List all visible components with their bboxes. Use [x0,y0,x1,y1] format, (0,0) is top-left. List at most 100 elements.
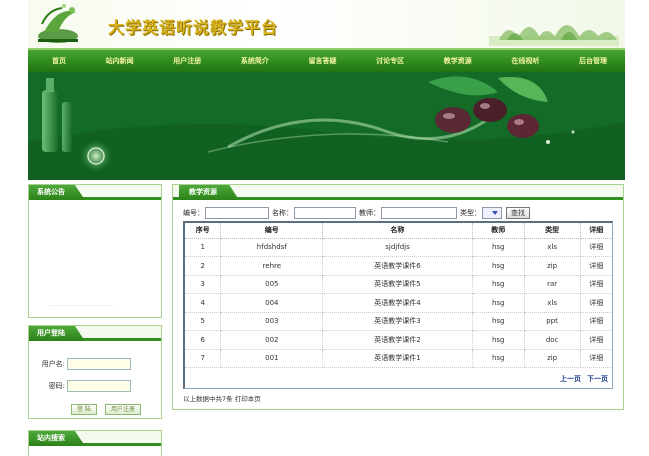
hero-banner [28,72,625,180]
table-row: 7 001 英语教学课件1 hsg zip 详细 [185,349,612,368]
login-title: 用户登陆 [29,326,85,341]
password-input[interactable] [67,380,131,392]
detail-link[interactable]: 详细 [580,238,612,257]
cell-teacher: hsg [472,349,525,368]
login-button[interactable]: 登 陆 [71,404,97,415]
col-index: 序号 [185,223,222,239]
table-row: 2 rehre 英语教学课件6 hsg zip 详细 [185,256,612,276]
cell-code: 002 [220,330,324,350]
search-bar: 编号： 名称： 教师： 类型： 查找 [183,206,530,220]
username-label: 用户名: [41,360,65,368]
cell-name: 英语教学课件2 [322,330,473,350]
record-count-note: 以上数据中共7条 打印本页 [183,395,261,403]
teacher-label: 教师： [359,209,380,217]
detail-link[interactable]: 详细 [580,312,612,331]
nav-message-board[interactable]: 留言答疑 [309,56,337,66]
col-name: 名称 [322,223,473,239]
resources-table: 序号 编号 名称 教师 类型 详细 1 hfdshdsf sjdjfdjs hs… [185,223,612,368]
col-detail: 详细 [580,223,612,239]
cell-type: xls [524,238,581,257]
cell-type: ppt [524,312,581,331]
resources-title: 教学资源 [179,185,239,200]
cell-type: zip [524,256,581,276]
type-label: 类型： [460,209,481,217]
resources-table-frame: 序号 编号 名称 教师 类型 详细 1 hfdshdsf sjdjfdjs hs… [183,221,613,389]
detail-link[interactable]: 详细 [580,349,612,368]
banner-artwork [28,72,625,180]
cell-name: sjdjfdjs [322,238,473,257]
login-panel: 用户登陆 用户名: 密码: 登 陆 用户注册 [28,325,162,419]
type-select[interactable] [482,207,502,219]
cell-index: 1 [185,238,222,257]
notice-panel: 系统公告 ………………………………………… [28,184,162,318]
page: 大学英语听说教学平台 首页 站内新闻 用户注册 系统简介 留言答疑 讨论专区 教… [0,0,649,456]
col-code: 编号 [220,223,324,239]
cell-name: 英语教学课件3 [322,312,473,331]
cell-teacher: hsg [472,330,525,350]
register-button[interactable]: 用户注册 [105,404,142,415]
col-type: 类型 [524,223,581,239]
cell-index: 2 [185,256,222,276]
site-header: 大学英语听说教学平台 [28,0,625,48]
notice-title: 系统公告 [29,185,85,200]
nav-register[interactable]: 用户注册 [173,56,201,66]
cell-index: 6 [185,330,222,350]
cell-index: 4 [185,293,222,313]
pager: 上一页 下一页 [560,374,608,384]
detail-link[interactable]: 详细 [580,293,612,313]
table-row: 4 004 英语教学课件4 hsg xls 详细 [185,293,612,313]
main-nav: 首页 站内新闻 用户注册 系统简介 留言答疑 讨论专区 教学资源 在线视听 后台… [28,48,625,72]
name-label: 名称： [272,209,293,217]
cell-code: 003 [220,312,324,331]
site-title: 大学英语听说教学平台 [108,18,279,37]
cell-teacher: hsg [472,238,525,257]
prev-page-link[interactable]: 上一页 [560,374,581,384]
username-input[interactable] [67,358,131,370]
cell-index: 5 [185,312,222,331]
table-row: 5 003 英语教学课件3 hsg ppt 详细 [185,312,612,331]
cell-index: 3 [185,275,222,294]
notice-scroll-text: ………………………………………… [49,302,113,307]
table-header-row: 序号 编号 名称 教师 类型 详细 [185,223,612,239]
nav-about[interactable]: 系统简介 [241,56,269,66]
cell-teacher: hsg [472,275,525,294]
table-row: 1 hfdshdsf sjdjfdjs hsg xls 详细 [185,238,612,257]
nav-teaching-resources[interactable]: 教学资源 [444,56,472,66]
cell-type: doc [524,330,581,350]
query-button[interactable]: 查找 [506,207,530,219]
nav-home[interactable]: 首页 [52,56,66,66]
nav-online-media[interactable]: 在线视听 [511,56,539,66]
cell-index: 7 [185,349,222,368]
table-row: 3 005 英语教学课件5 hsg rar 详细 [185,275,612,294]
nav-site-news[interactable]: 站内新闻 [106,56,134,66]
detail-link[interactable]: 详细 [580,330,612,350]
next-page-link[interactable]: 下一页 [587,374,608,384]
cell-code: 005 [220,275,324,294]
resources-panel: 教学资源 编号： 名称： 教师： 类型： 查找 序号 编号 名称 教师 类型 详… [172,184,624,410]
nav-discussion[interactable]: 讨论专区 [376,56,404,66]
cell-type: zip [524,349,581,368]
code-input[interactable] [205,207,269,219]
nav-admin[interactable]: 后台管理 [579,56,607,66]
table-row: 6 002 英语教学课件2 hsg doc 详细 [185,330,612,350]
detail-link[interactable]: 详细 [580,256,612,276]
detail-link[interactable]: 详细 [580,275,612,294]
cell-teacher: hsg [472,256,525,276]
cell-code: hfdshdsf [220,238,324,257]
cell-type: rar [524,275,581,294]
tree-decoration [489,25,619,46]
cell-name: 英语教学课件5 [322,275,473,294]
cell-teacher: hsg [472,312,525,331]
cell-code: 001 [220,349,324,368]
cell-teacher: hsg [472,293,525,313]
password-label: 密码: [48,382,65,390]
cell-code: rehre [220,256,324,276]
col-teacher: 教师 [472,223,525,239]
code-label: 编号： [183,209,204,217]
cell-code: 004 [220,293,324,313]
cell-name: 英语教学课件6 [322,256,473,276]
cell-name: 英语教学课件4 [322,293,473,313]
teacher-input[interactable] [381,207,457,219]
name-input[interactable] [294,207,356,219]
cell-type: xls [524,293,581,313]
